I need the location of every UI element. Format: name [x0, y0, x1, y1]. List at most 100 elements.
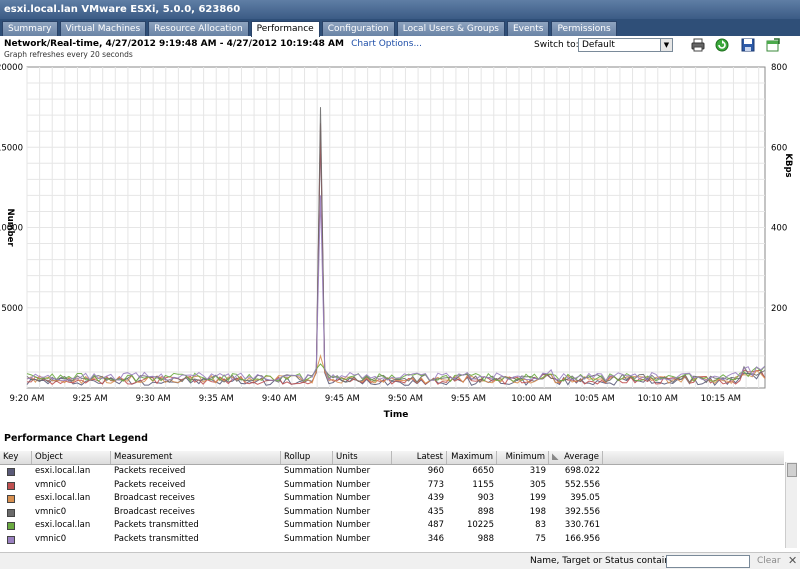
switch-to-label: Switch to:	[534, 40, 579, 50]
legend-units-cell: Number	[336, 493, 371, 503]
col-measurement[interactable]: Measurement	[111, 451, 281, 464]
col-object[interactable]: Object	[32, 451, 111, 464]
tab-summary[interactable]: Summary	[2, 21, 58, 36]
legend-average-cell: 166.956	[564, 533, 600, 544]
legend-object-cell: esxi.local.lan	[35, 466, 91, 476]
x-tick-label: 9:30 AM	[136, 394, 171, 404]
x-tick-label: 9:50 AM	[388, 394, 423, 404]
col-key[interactable]: Key	[0, 451, 32, 464]
legend-row[interactable]: esxi.local.lan Packets transmitted Summati…	[0, 519, 784, 533]
y-tick-label-left: 20000	[0, 63, 23, 73]
refresh-icon[interactable]	[714, 37, 730, 53]
y-tick-label-right: 200	[771, 304, 787, 314]
legend-row[interactable]: vmnic0 Broadcast receives Summation Number 4…	[0, 506, 784, 520]
legend-measurement-cell: Packets received	[114, 466, 186, 476]
series-color-swatch	[7, 495, 15, 503]
legend-key-cell	[0, 492, 32, 506]
chevron-down-icon: ▼	[660, 39, 672, 51]
col-latest[interactable]: Latest	[392, 451, 447, 464]
col-average[interactable]: ◣ Average	[549, 451, 603, 464]
legend-units-cell: Number	[336, 506, 371, 517]
legend-units-cell: Number	[336, 466, 371, 476]
legend-average-cell: 698.022	[564, 466, 600, 476]
legend-key-cell	[0, 533, 32, 547]
legend-maximum-cell: 1155	[472, 479, 494, 490]
tab-configuration[interactable]: Configuration	[321, 21, 395, 36]
clear-button[interactable]: Clear	[757, 556, 781, 566]
series-color-swatch	[7, 508, 15, 517]
legend-latest-cell: 346	[427, 533, 444, 544]
chart-header: Network/Real-time, 4/27/2012 9:19:48 AM …	[4, 39, 422, 49]
tab-performance[interactable]: Performance	[250, 21, 320, 37]
legend-row[interactable]: vmnic0 Packets received Summation Number 773…	[0, 479, 784, 493]
switch-to-value: Default	[582, 40, 615, 50]
series-color-swatch	[7, 481, 15, 490]
network-chart: 20000150001000050008006004002009:20 AM9:…	[0, 63, 793, 420]
x-tick-label: 9:55 AM	[451, 394, 486, 404]
close-icon[interactable]: ✕	[788, 554, 797, 567]
y-tick-label-left: 15000	[0, 143, 23, 153]
x-tick-label: 10:15 AM	[701, 394, 741, 404]
legend-rollup-cell: Summation	[284, 479, 333, 490]
legend-rollup-cell: Summation	[284, 533, 333, 544]
legend-rollup-cell: Summation	[284, 493, 333, 503]
legend-units-cell: Number	[336, 520, 371, 530]
legend-maximum-cell: 10225	[466, 520, 494, 530]
legend-object-cell: esxi.local.lan	[35, 520, 91, 530]
tab-local-users-groups[interactable]: Local Users & Groups	[396, 21, 505, 36]
legend-scroll-thumb[interactable]	[787, 463, 797, 477]
print-icon[interactable]	[690, 37, 706, 53]
col-minimum[interactable]: Minimum	[497, 451, 549, 464]
legend-object-cell: vmnic0	[35, 479, 67, 490]
col-units[interactable]: Units	[333, 451, 392, 464]
legend-key-cell	[0, 519, 32, 533]
legend-units-cell: Number	[336, 479, 371, 490]
filter-input[interactable]	[666, 555, 750, 568]
y-axis-label-right: KBps	[783, 153, 793, 177]
legend-measurement-cell: Packets transmitted	[114, 520, 199, 530]
legend-latest-cell: 439	[427, 493, 444, 503]
legend-rollup-cell: Summation	[284, 506, 333, 517]
legend-maximum-cell: 898	[477, 506, 494, 517]
x-tick-label: 10:00 AM	[511, 394, 551, 404]
tab-events[interactable]: Events	[506, 21, 550, 36]
legend-average-cell: 392.556	[564, 506, 600, 517]
col-rollup[interactable]: Rollup	[281, 451, 333, 464]
legend-rollup-cell: Summation	[284, 520, 333, 530]
legend-maximum-cell: 903	[477, 493, 494, 503]
legend-object-cell: vmnic0	[35, 533, 67, 544]
x-tick-label: 9:35 AM	[199, 394, 234, 404]
legend-units-cell: Number	[336, 533, 371, 544]
save-icon[interactable]	[740, 37, 756, 53]
chart-refresh-note: Graph refreshes every 20 seconds	[4, 50, 133, 59]
legend-minimum-cell: 199	[529, 493, 546, 503]
chart-options-link[interactable]: Chart Options...	[351, 39, 422, 49]
series-color-swatch	[7, 468, 15, 476]
legend-header-row: Key Object Measurement Rollup Units Late…	[0, 451, 784, 465]
tab-resource-allocation[interactable]: Resource Allocation	[148, 21, 249, 36]
chart-header-title: Network/Real-time, 4/27/2012 9:19:48 AM …	[4, 39, 344, 49]
legend-row[interactable]: vmnic0 Packets transmitted Summation Number…	[0, 533, 784, 547]
legend-row[interactable]: esxi.local.lan Packets received Summation N…	[0, 465, 784, 479]
legend-measurement-cell: Packets transmitted	[114, 533, 199, 544]
legend-latest-cell: 435	[427, 506, 444, 517]
sort-arrow-icon: ◣	[552, 452, 559, 462]
legend-minimum-cell: 305	[529, 479, 546, 490]
legend-latest-cell: 960	[427, 466, 444, 476]
col-maximum[interactable]: Maximum	[447, 451, 497, 464]
legend-row[interactable]: esxi.local.lan Broadcast receives Summatio…	[0, 492, 784, 506]
y-axis-label-left: Number	[5, 208, 15, 247]
x-axis-label: Time	[384, 410, 409, 420]
tab-bar: Summary Virtual Machines Resource Alloca…	[0, 19, 800, 37]
filter-label[interactable]: Name, Target or Status contains: ▾	[530, 556, 685, 566]
legend-scrollbar[interactable]	[785, 462, 797, 548]
y-tick-label-right: 600	[771, 143, 787, 153]
export-icon[interactable]	[765, 37, 781, 53]
legend-minimum-cell: 198	[529, 506, 546, 517]
switch-to-select[interactable]: Default ▼	[578, 38, 673, 52]
x-tick-label: 9:20 AM	[10, 394, 45, 404]
tab-virtual-machines[interactable]: Virtual Machines	[59, 21, 147, 36]
tab-permissions[interactable]: Permissions	[551, 21, 617, 36]
series-color-swatch	[7, 535, 15, 544]
legend-measurement-cell: Packets received	[114, 479, 186, 490]
